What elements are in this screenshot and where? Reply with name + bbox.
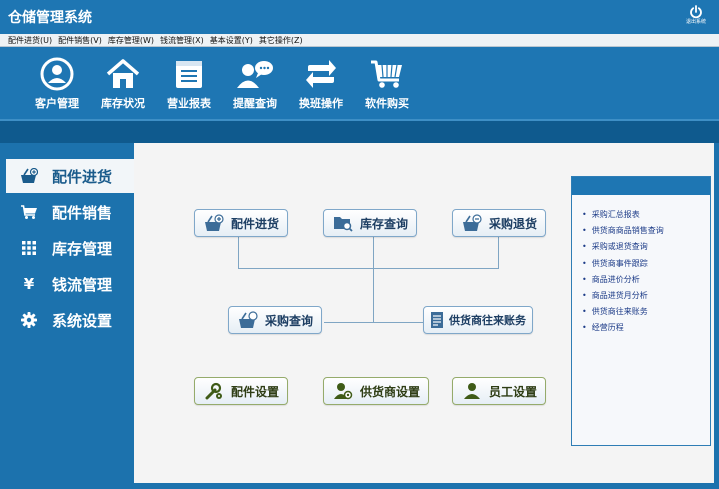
exit-label: 退出系统: [685, 19, 706, 25]
user-circle-icon: [40, 57, 74, 91]
tool-customer-management[interactable]: 客户管理: [24, 57, 90, 117]
tool-label: 库存状况: [101, 97, 145, 110]
stock-query-button[interactable]: 库存查询: [323, 209, 418, 237]
sidebar: 配件进货 配件销售 库存管理 ¥ 钱流管理 系统设置: [0, 143, 134, 489]
sidebar-item-parts-purchase[interactable]: 配件进货: [6, 159, 134, 193]
menu-other-ops[interactable]: 其它操作(Z): [259, 35, 303, 46]
staff-settings-label: 员工设置: [489, 384, 538, 399]
tool-stock-status[interactable]: 库存状况: [90, 57, 156, 117]
tool-label: 提醒查询: [233, 97, 277, 110]
staff-settings-button[interactable]: 员工设置: [452, 377, 547, 405]
flow-connector: [498, 237, 499, 269]
app-title: 仓储管理系统: [8, 10, 92, 26]
menu-bar: 配件进货(U) 配件销售(V) 库存管理(W) 钱流管理(X) 基本设置(Y) …: [0, 34, 719, 47]
switch-arrows-icon: [306, 60, 336, 88]
basket-minus-icon: [461, 213, 483, 233]
stock-query-label: 库存查询: [360, 216, 409, 231]
title-bar: 仓储管理系统 退出系统: [0, 0, 719, 34]
supplier-settings-label: 供货商设置: [360, 384, 421, 399]
purchase-query-button[interactable]: 采购查询: [228, 306, 323, 334]
divider-band: [0, 119, 719, 143]
menu-cashflow[interactable]: 钱流管理(X): [160, 35, 204, 46]
sidebar-item-label: 系统设置: [52, 311, 113, 330]
house-icon: [106, 59, 140, 88]
basket-search-icon: [237, 310, 259, 330]
parts-settings-button[interactable]: 配件设置: [194, 377, 289, 405]
sidebar-item-parts-sales[interactable]: 配件销售: [6, 195, 134, 229]
yen-icon: ¥: [23, 275, 35, 293]
report-link-supplier-sales[interactable]: 供货商商品销售查询: [582, 223, 710, 239]
purchase-query-label: 采购查询: [265, 313, 314, 328]
user-gear-icon: [332, 381, 354, 401]
supplier-accounts-button[interactable]: 供货商往来账务: [423, 306, 533, 334]
supplier-accounts-label: 供货商往来账务: [449, 314, 526, 327]
flow-connector: [324, 322, 424, 323]
report-link-business-history[interactable]: 经营历程: [582, 320, 710, 336]
sidebar-item-label: 库存管理: [52, 239, 113, 258]
gear-icon: [20, 311, 38, 329]
tool-label: 营业报表: [167, 97, 211, 110]
tool-shift-change[interactable]: 换班操作: [288, 57, 354, 117]
report-link-monthly-purchase-analysis[interactable]: 商品进货月分析: [582, 288, 710, 304]
report-link-purchase-price-analysis[interactable]: 商品进价分析: [582, 272, 710, 288]
exit-button[interactable]: 退出系统: [683, 5, 709, 31]
sidebar-item-label: 配件进货: [52, 167, 113, 186]
parts-settings-label: 配件设置: [231, 384, 280, 399]
menu-parts-sales[interactable]: 配件销售(V): [58, 35, 102, 46]
menu-basic-settings[interactable]: 基本设置(Y): [210, 35, 253, 46]
purchase-return-button[interactable]: 采购退货: [452, 209, 547, 237]
tool-reminder-query[interactable]: 提醒查询: [222, 57, 288, 117]
report-link-supplier-event-tracking[interactable]: 供货商事件跟踪: [582, 256, 710, 272]
list-icon: [176, 61, 202, 88]
tool-business-report[interactable]: 营业报表: [156, 57, 222, 117]
reports-panel: 采购汇总报表 供货商商品销售查询 采购或退货查询 供货商事件跟踪 商品进价分析 …: [571, 176, 711, 446]
chat-user-icon: [237, 61, 273, 88]
menu-inventory[interactable]: 库存管理(W): [108, 35, 154, 46]
user-icon: [461, 381, 483, 401]
supplier-settings-button[interactable]: 供货商设置: [323, 377, 430, 405]
document-icon: [430, 310, 446, 330]
sidebar-item-inventory[interactable]: 库存管理: [6, 231, 134, 265]
report-link-purchase-return-query[interactable]: 采购或退货查询: [582, 239, 710, 255]
flow-connector: [373, 237, 374, 323]
basket-plus-icon: [20, 167, 38, 185]
tool-label: 客户管理: [35, 97, 79, 110]
purchase-return-label: 采购退货: [489, 216, 538, 231]
tool-software-purchase[interactable]: 软件购买: [354, 57, 420, 117]
menu-parts-purchase[interactable]: 配件进货(U): [8, 35, 52, 46]
bottom-strip: [134, 483, 719, 489]
sidebar-item-label: 配件销售: [52, 203, 113, 222]
toolbar: 客户管理 库存状况 营业报表 提醒查询 换班操作 软件购买: [0, 47, 719, 119]
basket-plus-icon: [203, 213, 225, 233]
folder-search-icon: [332, 213, 354, 233]
purchase-button[interactable]: 配件进货: [194, 209, 289, 237]
grid-icon: [20, 239, 38, 257]
tool-label: 软件购买: [365, 97, 409, 110]
reports-list: 采购汇总报表 供货商商品销售查询 采购或退货查询 供货商事件跟踪 商品进价分析 …: [572, 195, 710, 337]
wrench-gear-icon: [203, 381, 225, 401]
tool-label: 换班操作: [299, 97, 343, 110]
power-icon: [690, 5, 702, 19]
sidebar-item-system-settings[interactable]: 系统设置: [6, 303, 134, 337]
report-link-purchase-summary[interactable]: 采购汇总报表: [582, 207, 710, 223]
flow-connector: [238, 237, 239, 269]
report-link-supplier-accounts[interactable]: 供货商往来账务: [582, 304, 710, 320]
cart-icon: [20, 203, 38, 221]
cart-icon: [371, 60, 402, 88]
sidebar-item-label: 钱流管理: [52, 275, 113, 294]
sidebar-item-cashflow[interactable]: ¥ 钱流管理: [6, 267, 134, 301]
reports-panel-header: [572, 177, 710, 195]
purchase-label: 配件进货: [231, 216, 280, 231]
flow-connector: [238, 268, 499, 269]
